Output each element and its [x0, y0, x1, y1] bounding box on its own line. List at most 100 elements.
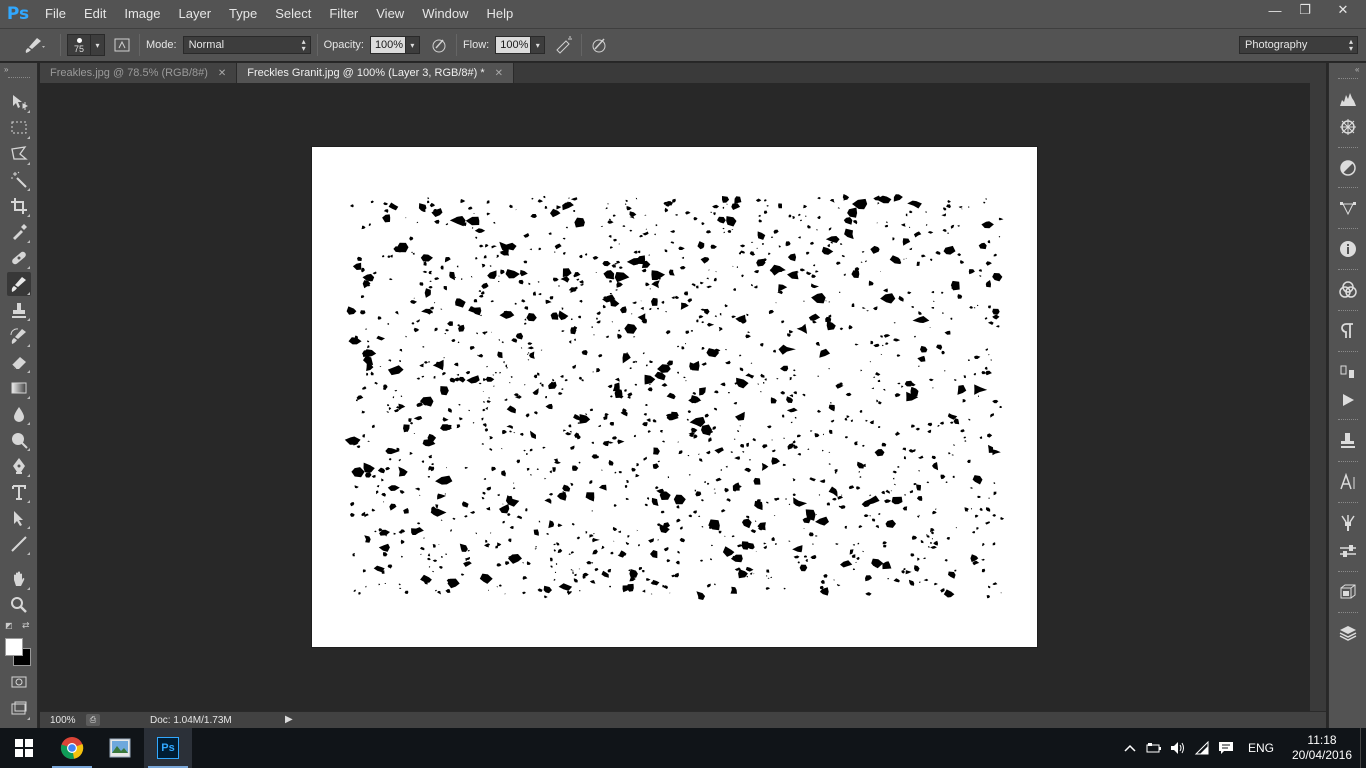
flow-input[interactable]: 100% — [495, 36, 532, 54]
clone-stamp-tool-icon[interactable] — [7, 298, 31, 322]
export-status-icon[interactable]: ⎙ — [86, 714, 100, 726]
chevron-up-icon[interactable] — [1118, 728, 1142, 768]
brush-tool-icon[interactable] — [7, 272, 31, 296]
menu-image[interactable]: Image — [115, 0, 169, 28]
swap-colors-icon[interactable]: ⇄ — [22, 620, 30, 631]
language-indicator[interactable]: ENG — [1238, 741, 1284, 755]
opacity-input[interactable]: 100% — [369, 36, 406, 54]
tab-freckles-granit[interactable]: Freckles Granit.jpg @ 100% (Layer 3, RGB… — [237, 63, 515, 83]
freckle-speck — [870, 245, 880, 254]
menu-select[interactable]: Select — [266, 0, 320, 28]
photoshop-taskbar-button[interactable]: Ps — [144, 728, 192, 768]
healing-brush-tool-icon[interactable] — [7, 246, 31, 270]
path-selection-tool-icon[interactable] — [7, 506, 31, 530]
freckle-speck — [365, 328, 368, 330]
paths-icon[interactable] — [1336, 196, 1360, 220]
histogram-icon[interactable] — [1336, 87, 1360, 111]
close-button[interactable]: ✕ — [1320, 0, 1366, 20]
freckle-speck — [496, 254, 499, 258]
show-desktop-button[interactable] — [1360, 728, 1366, 768]
brush-panel-toggle-icon[interactable] — [111, 34, 133, 56]
airbrush-icon[interactable] — [553, 34, 575, 56]
volume-icon[interactable] — [1166, 728, 1190, 768]
brush-settings-icon[interactable] — [1336, 539, 1360, 563]
freckle-speck — [664, 207, 669, 213]
wifi-icon[interactable] — [1190, 728, 1214, 768]
notifications-icon[interactable] — [1214, 728, 1238, 768]
quick-mask-icon[interactable] — [7, 670, 31, 694]
opacity-slider-toggle[interactable]: ▾ — [405, 36, 420, 54]
type-tool-icon[interactable] — [7, 480, 31, 504]
magic-wand-tool-icon[interactable] — [7, 168, 31, 192]
menu-type[interactable]: Type — [220, 0, 266, 28]
paragraph-icon[interactable] — [1336, 319, 1360, 343]
minimize-button[interactable]: — — [1260, 0, 1290, 20]
restore-button[interactable]: ❐ — [1290, 0, 1320, 20]
move-tool-icon[interactable] — [7, 90, 31, 114]
document-canvas[interactable] — [312, 147, 1037, 647]
screen-mode-icon[interactable] — [7, 697, 31, 721]
menu-file[interactable]: File — [36, 0, 75, 28]
photos-taskbar-button[interactable] — [96, 728, 144, 768]
expand-panels-icon[interactable]: « — [1355, 65, 1359, 74]
clock[interactable]: 11:18 20/04/2016 — [1284, 733, 1360, 763]
actions-icon[interactable] — [1336, 388, 1360, 412]
channels-icon[interactable] — [1336, 278, 1360, 302]
menu-view[interactable]: View — [367, 0, 413, 28]
brush-size-picker[interactable]: 75 ▾ — [67, 34, 105, 56]
zoom-tool-icon[interactable] — [7, 593, 31, 617]
3d-icon[interactable] — [1336, 580, 1360, 604]
history-brush-tool-icon[interactable] — [7, 324, 31, 348]
menu-edit[interactable]: Edit — [75, 0, 115, 28]
freckle-speck — [935, 251, 941, 255]
adjustments-icon[interactable] — [1336, 156, 1360, 180]
menu-filter[interactable]: Filter — [320, 0, 367, 28]
close-icon[interactable]: ✕ — [218, 68, 226, 79]
eyedropper-tool-icon[interactable] — [7, 220, 31, 244]
workspace-select[interactable]: Photography ▴ ▾ — [1239, 36, 1358, 54]
lasso-tool-icon[interactable] — [7, 142, 31, 166]
zoom-level[interactable]: 100% — [40, 715, 86, 726]
freckle-speck — [685, 343, 687, 345]
crop-tool-icon[interactable] — [7, 194, 31, 218]
status-menu-arrow-icon[interactable]: ▶ — [285, 714, 293, 725]
pen-tool-icon[interactable] — [7, 454, 31, 478]
blend-mode-select[interactable]: Normal ▴ ▾ — [182, 36, 311, 54]
freckle-speck — [701, 499, 704, 502]
chevron-down-icon[interactable]: ▾ — [91, 34, 105, 56]
tool-presets-icon[interactable] — [1336, 428, 1360, 452]
pressure-size-icon[interactable] — [588, 34, 610, 56]
chrome-taskbar-button[interactable] — [48, 728, 96, 768]
pressure-opacity-icon[interactable] — [428, 34, 450, 56]
flow-slider-toggle[interactable]: ▾ — [531, 36, 546, 54]
menu-window[interactable]: Window — [413, 0, 477, 28]
dodge-tool-icon[interactable] — [7, 428, 31, 452]
vertical-scrollbar[interactable] — [1310, 83, 1326, 711]
collapse-icon[interactable]: » — [4, 65, 8, 74]
gradient-tool-icon[interactable] — [7, 376, 31, 400]
brush-preset-icon[interactable] — [14, 34, 54, 56]
freckle-speck — [498, 339, 501, 341]
foreground-color-swatch[interactable] — [5, 638, 23, 656]
navigator-icon[interactable] — [1336, 115, 1360, 139]
menu-help[interactable]: Help — [477, 0, 522, 28]
tab-freakles[interactable]: Freakles.jpg @ 78.5% (RGB/8#) ✕ — [40, 63, 238, 83]
battery-icon[interactable] — [1142, 728, 1166, 768]
brush-presets-icon[interactable] — [1336, 511, 1360, 535]
hand-tool-icon[interactable] — [7, 567, 31, 591]
info-icon[interactable] — [1336, 237, 1360, 261]
menu-layer[interactable]: Layer — [170, 0, 221, 28]
freckle-speck — [930, 541, 933, 544]
close-icon[interactable]: ✕ — [495, 68, 503, 79]
layers-icon[interactable] — [1336, 621, 1360, 645]
line-tool-icon[interactable] — [7, 532, 31, 556]
default-colors-icon[interactable]: ◩ — [5, 621, 13, 630]
freckle-speck — [428, 286, 433, 289]
blur-tool-icon[interactable] — [7, 402, 31, 426]
clone-source-icon[interactable] — [1336, 360, 1360, 384]
marquee-tool-icon[interactable] — [7, 116, 31, 140]
canvas-area[interactable] — [40, 83, 1310, 711]
start-button[interactable] — [0, 728, 48, 768]
eraser-tool-icon[interactable] — [7, 350, 31, 374]
character-icon[interactable] — [1336, 470, 1360, 494]
